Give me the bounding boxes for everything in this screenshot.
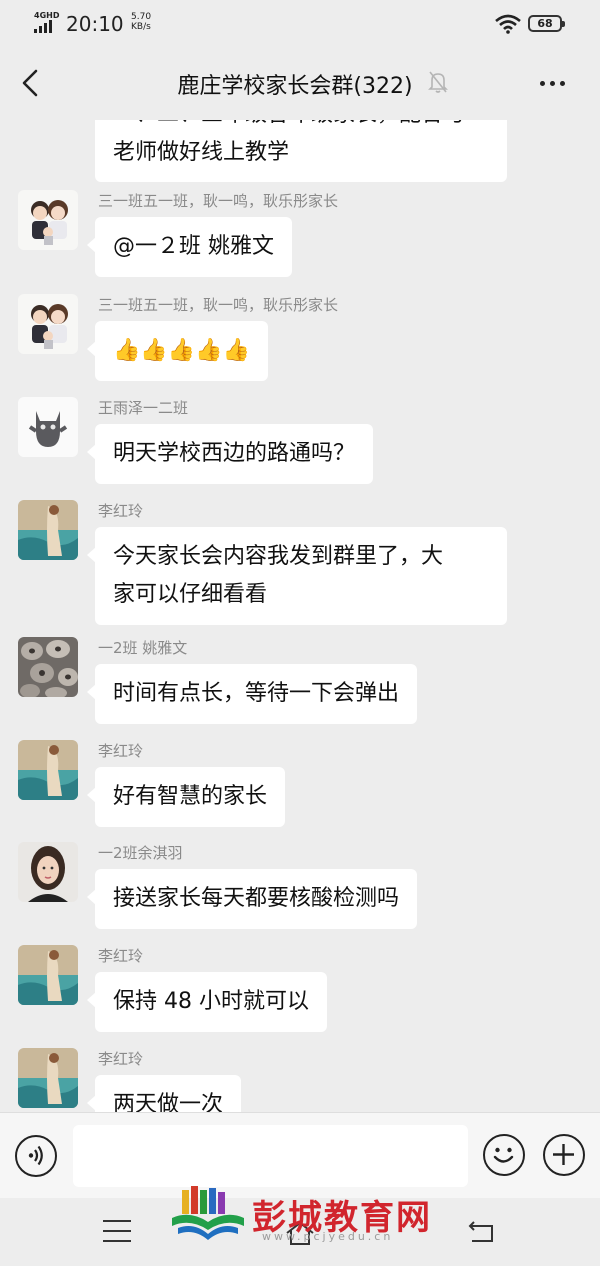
sender-name: 李红玲	[98, 1050, 144, 1068]
battery-icon: 68	[528, 15, 565, 32]
sender-name: 三一班五一班，耿一鸣，耿乐彤家长	[98, 296, 339, 314]
message-bubble[interactable]: @一２班 姚雅文	[87, 217, 292, 277]
back-icon[interactable]	[466, 1218, 498, 1244]
menu-icon[interactable]	[103, 1220, 131, 1250]
open-book-logo-icon	[172, 1186, 244, 1240]
plus-icon[interactable]	[543, 1134, 585, 1176]
message-text-line: 老师做好线上教学	[113, 140, 290, 165]
message-bubble[interactable]: 时间有点长，等待一下会弹出	[86, 664, 418, 724]
message-bubble[interactable]: 👍👍👍👍👍	[87, 321, 268, 381]
painting-avatar[interactable]	[18, 1048, 78, 1108]
message-bubble[interactable]: 好有智慧的家长	[86, 767, 286, 827]
message-text-line: @一２班 姚雅文	[113, 234, 274, 259]
speed-unit: KB/s	[131, 22, 151, 32]
more-icon[interactable]	[540, 81, 565, 86]
message-bubble[interactable]: 保持 48 小时就可以	[87, 972, 327, 1032]
painting-avatar[interactable]	[18, 500, 78, 560]
sender-name: 王雨泽一二班	[98, 399, 189, 417]
painting-avatar[interactable]	[18, 945, 78, 1005]
voice-icon[interactable]	[15, 1135, 57, 1177]
cartoon-couple-avatar[interactable]	[18, 294, 78, 354]
cartoon-couple-avatar[interactable]	[18, 190, 78, 250]
message-text-line: 保持 48 小时就可以	[113, 989, 309, 1014]
sender-name: 李红玲	[98, 502, 144, 520]
message-text-line: 今天家长会内容我发到群里了，大	[113, 544, 444, 569]
message-input[interactable]	[73, 1125, 468, 1187]
painting-avatar[interactable]	[18, 740, 78, 800]
message-text-line: 家可以仔细看看	[113, 582, 268, 607]
status-bar: 4GHD 20:10 5.70 KB/s 68	[0, 0, 600, 46]
clock: 20:10	[66, 12, 124, 36]
message-text-line: 一、二、三年级各年级家长，配合与	[113, 120, 489, 134]
message-text-line: 两天做一次	[113, 1092, 224, 1112]
signal-icon	[34, 20, 52, 33]
message-text-line: 明天学校西边的路通吗？	[113, 441, 356, 466]
group-title: 鹿庄学校家长会群(322)	[177, 74, 413, 99]
watermark-url: www.pcjyedu.cn	[262, 1230, 394, 1243]
message-text-line: 时间有点长，等待一下会弹出	[113, 681, 400, 706]
message-text-line: 好有智慧的家长	[113, 784, 268, 809]
network-speed: 5.70 KB/s	[131, 12, 151, 32]
gray-cat-avatar[interactable]	[18, 397, 78, 457]
network-type-label: 4GHD	[34, 11, 60, 20]
message-bubble[interactable]: 接送家长每天都要核酸检测吗	[86, 869, 418, 929]
woman-portrait-avatar[interactable]	[18, 842, 78, 902]
sender-name: 一2班余淇羽	[98, 844, 183, 862]
speed-value: 5.70	[131, 12, 152, 22]
mute-bell-icon	[428, 71, 448, 93]
watermark: 彭城教育网 www.pcjyedu.cn	[168, 1184, 458, 1248]
sender-name: 李红玲	[98, 947, 144, 965]
thumbs-up-emoji: 👍👍👍👍👍	[113, 338, 250, 363]
sender-name: 一2班 姚雅文	[98, 639, 188, 657]
sender-name: 三一班五一班，耿一鸣，耿乐彤家长	[98, 192, 339, 210]
wifi-icon	[495, 14, 521, 34]
message-bubble[interactable]: 一、二、三年级各年级家长，配合与 老师做好线上教学	[95, 120, 507, 182]
stones-avatar[interactable]	[18, 637, 78, 697]
message-list[interactable]: 一、二、三年级各年级家长，配合与 老师做好线上教学 三一班五一班，耿一鸣，耿乐彤…	[0, 120, 600, 1112]
message-text-line: 接送家长每天都要核酸检测吗	[113, 886, 400, 911]
sender-name: 李红玲	[98, 742, 144, 760]
chat-header: 鹿庄学校家长会群(322)	[0, 46, 600, 120]
message-bubble[interactable]: 今天家长会内容我发到群里了，大 家可以仔细看看	[87, 527, 507, 625]
message-bubble[interactable]: 明天学校西边的路通吗？	[86, 424, 374, 484]
emoji-icon[interactable]	[483, 1134, 525, 1176]
message-bubble[interactable]: 两天做一次	[86, 1075, 242, 1112]
